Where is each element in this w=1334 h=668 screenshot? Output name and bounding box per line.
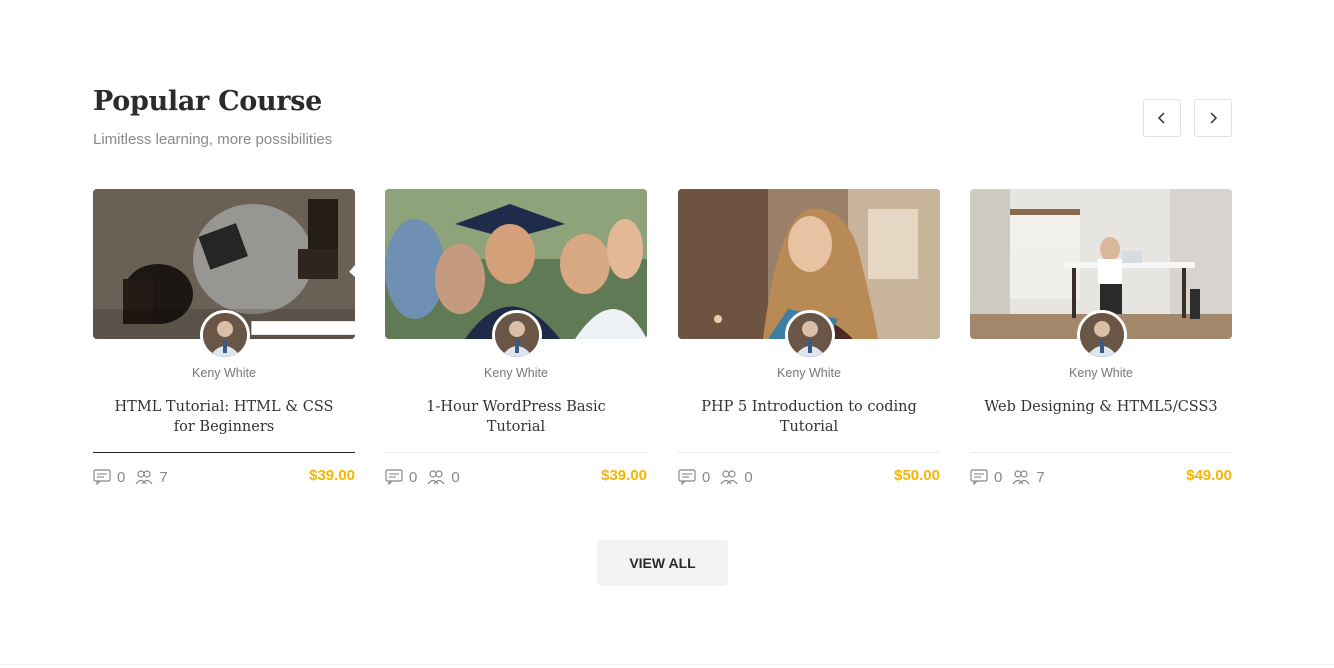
course-author[interactable]: Keny White [93, 366, 355, 380]
comments-value: 0 [994, 468, 1003, 486]
course-meta: 0 0 $39.00 [385, 467, 647, 487]
card-divider [678, 452, 940, 453]
comment-icon [678, 469, 696, 485]
course-meta: 0 7 $39.00 [93, 467, 355, 487]
course-title[interactable]: 1-Hour WordPress Basic Tutorial [395, 397, 637, 437]
comments-count: 0 [93, 469, 125, 486]
carousel-next-button[interactable] [1194, 99, 1232, 137]
comment-icon [385, 469, 403, 485]
course-card[interactable]: Keny White HTML Tutorial: HTML & CSS for… [93, 189, 355, 489]
course-author[interactable]: Keny White [970, 366, 1232, 380]
comments-count: 0 [970, 469, 1002, 486]
comments-count: 0 [678, 469, 710, 486]
users-icon [720, 470, 738, 485]
comments-value: 0 [117, 468, 126, 486]
students-count: 7 [1012, 468, 1045, 486]
students-value: 7 [159, 468, 168, 486]
view-all-button[interactable]: VIEW ALL [597, 540, 728, 586]
course-title[interactable]: HTML Tutorial: HTML & CSS for Beginners [103, 397, 345, 437]
course-title[interactable]: PHP 5 Introduction to coding Tutorial [688, 397, 930, 437]
course-meta: 0 7 $49.00 [970, 467, 1232, 487]
comments-value: 0 [702, 468, 711, 486]
course-author[interactable]: Keny White [385, 366, 647, 380]
students-value: 0 [744, 468, 753, 486]
students-count: 0 [427, 468, 460, 486]
comment-icon [970, 469, 988, 485]
author-avatar[interactable] [492, 310, 542, 360]
course-title[interactable]: Web Designing & HTML5/CSS3 [980, 397, 1222, 417]
carousel-prev-button[interactable] [1143, 99, 1181, 137]
course-author[interactable]: Keny White [678, 366, 940, 380]
course-card[interactable]: Keny White Web Designing & HTML5/CSS3 0 … [970, 189, 1232, 489]
users-icon [1012, 470, 1030, 485]
chevron-right-icon [1210, 112, 1218, 124]
comment-icon [93, 469, 111, 485]
card-divider [970, 452, 1232, 453]
section-subtitle: Limitless learning, more possibilities [93, 131, 333, 148]
students-count: 0 [720, 468, 753, 486]
students-count: 7 [135, 468, 168, 486]
course-price: $39.00 [309, 467, 355, 484]
comments-count: 0 [385, 469, 417, 486]
students-value: 7 [1036, 468, 1045, 486]
section-title: Popular Course [93, 86, 323, 117]
course-card[interactable]: Keny White PHP 5 Introduction to coding … [678, 189, 940, 489]
popular-course-section: Popular Course Limitless learning, more … [0, 0, 1334, 668]
students-value: 0 [451, 468, 460, 486]
users-icon [135, 470, 153, 485]
author-avatar[interactable] [785, 310, 835, 360]
course-price: $39.00 [601, 467, 647, 484]
card-divider [385, 452, 647, 453]
author-avatar[interactable] [200, 310, 250, 360]
users-icon [427, 470, 445, 485]
course-price: $49.00 [1186, 467, 1232, 484]
course-card[interactable]: Keny White 1-Hour WordPress Basic Tutori… [385, 189, 647, 489]
course-meta: 0 0 $50.00 [678, 467, 940, 487]
course-price: $50.00 [894, 467, 940, 484]
section-divider [0, 664, 1334, 665]
chevron-left-icon [1157, 112, 1165, 124]
comments-value: 0 [409, 468, 418, 486]
author-avatar[interactable] [1077, 310, 1127, 360]
card-divider [93, 452, 355, 453]
